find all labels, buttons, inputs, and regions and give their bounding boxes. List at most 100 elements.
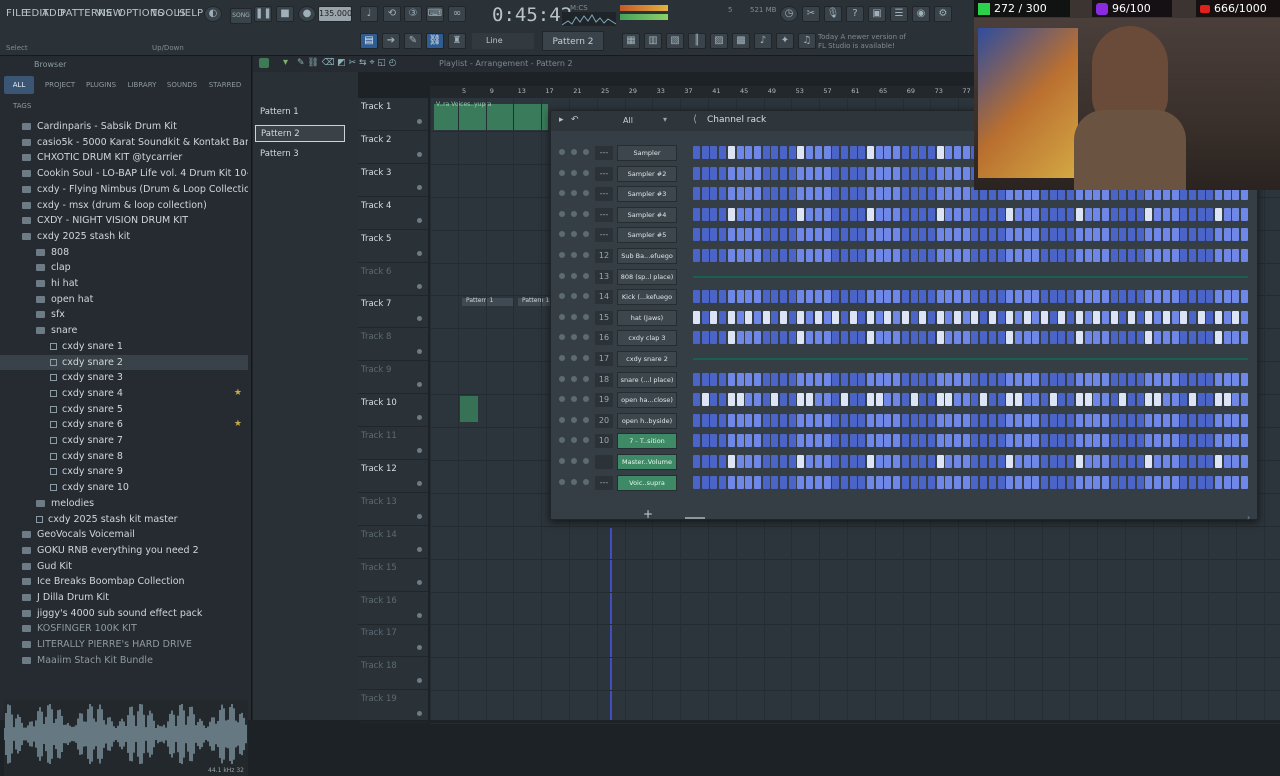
step-button[interactable] — [823, 310, 831, 324]
step-button[interactable] — [919, 310, 927, 324]
channel-name-button[interactable]: Sampler #5 — [617, 227, 677, 244]
step-button[interactable] — [1014, 475, 1022, 489]
step-button[interactable] — [1223, 249, 1231, 262]
step-button[interactable] — [753, 455, 761, 468]
step-button[interactable] — [1154, 249, 1162, 262]
step-button[interactable] — [936, 475, 944, 489]
step-button[interactable] — [1136, 249, 1144, 262]
step-button[interactable] — [1014, 434, 1022, 448]
mixer-track-number[interactable]: --- — [595, 146, 613, 160]
step-button[interactable] — [1162, 455, 1170, 468]
step-button[interactable] — [1110, 372, 1118, 386]
step-button[interactable] — [797, 146, 805, 159]
step-button[interactable] — [901, 475, 909, 489]
step-button[interactable] — [1067, 207, 1075, 221]
step-button[interactable] — [858, 455, 866, 468]
step-button[interactable] — [719, 249, 727, 262]
mixer-track-number[interactable]: --- — [595, 475, 613, 490]
step-button[interactable] — [1136, 455, 1144, 468]
wait-icon[interactable]: ⟲ — [383, 6, 401, 22]
step-button[interactable] — [1171, 393, 1179, 407]
step-button[interactable] — [814, 475, 822, 489]
step-button[interactable] — [980, 249, 988, 262]
step-button[interactable] — [806, 187, 814, 201]
step-button[interactable] — [980, 331, 988, 345]
step-button[interactable] — [736, 455, 744, 468]
channel-volume-knob[interactable] — [583, 334, 589, 341]
step-button[interactable] — [1206, 207, 1214, 221]
track-mute-dot[interactable] — [417, 184, 422, 190]
step-button[interactable] — [1075, 331, 1083, 345]
track-mute-dot[interactable] — [417, 579, 422, 585]
step-button[interactable] — [927, 166, 935, 180]
step-button[interactable] — [736, 228, 744, 242]
step-button[interactable] — [823, 372, 831, 386]
scroll-right-icon[interactable]: › — [1247, 513, 1250, 522]
channel-name-button[interactable]: Sub Ba...efuego — [617, 248, 677, 264]
step-button[interactable] — [988, 413, 996, 427]
browser-folder[interactable]: open hat — [0, 292, 248, 307]
step-button[interactable] — [901, 331, 909, 345]
step-button[interactable] — [936, 290, 944, 304]
step-button[interactable] — [780, 475, 787, 489]
channel-pan-knob[interactable] — [571, 210, 577, 217]
step-button[interactable] — [858, 475, 866, 489]
step-button[interactable] — [823, 455, 831, 468]
step-button[interactable] — [710, 434, 718, 448]
step-button[interactable] — [1136, 310, 1144, 324]
step-button[interactable] — [867, 434, 874, 448]
browser-folder[interactable]: J Dilla Drum Kit — [0, 590, 248, 605]
step-button[interactable] — [1128, 434, 1135, 448]
step-button[interactable] — [719, 207, 727, 221]
step-button[interactable] — [910, 228, 918, 242]
step-button[interactable] — [1136, 290, 1144, 304]
step-button[interactable] — [745, 475, 753, 489]
step-button[interactable] — [1128, 455, 1135, 468]
step-button[interactable] — [1093, 413, 1101, 427]
channel-name-button[interactable]: cxdy clap 3 — [617, 330, 677, 347]
step-button[interactable] — [1049, 290, 1057, 304]
step-button[interactable] — [910, 166, 918, 180]
step-button[interactable] — [954, 331, 961, 345]
step-button[interactable] — [710, 290, 718, 304]
step-button[interactable] — [1093, 207, 1101, 221]
step-button[interactable] — [814, 310, 822, 324]
track-mute-dot[interactable] — [417, 283, 422, 289]
record-mode-icon[interactable]: ◐ — [204, 6, 222, 22]
channel-volume-knob[interactable] — [583, 375, 589, 382]
step-button[interactable] — [901, 207, 909, 221]
channel-mute-knob[interactable] — [559, 375, 565, 382]
channel-volume-knob[interactable] — [583, 149, 589, 155]
step-button[interactable] — [936, 146, 944, 159]
step-button[interactable] — [753, 166, 761, 180]
step-button[interactable] — [945, 166, 953, 180]
step-button[interactable] — [927, 331, 935, 345]
step-button[interactable] — [1093, 331, 1101, 345]
browser-file[interactable]: cxdy snare 10 — [0, 480, 248, 495]
step-button[interactable] — [954, 207, 961, 221]
step-button[interactable] — [797, 434, 805, 448]
step-button[interactable] — [1041, 475, 1048, 489]
piano-roll-icon[interactable]: ▥ — [644, 33, 662, 49]
tab-plugins[interactable]: PLUGINS — [84, 76, 118, 94]
track-mute-dot[interactable] — [417, 711, 422, 717]
step-button[interactable] — [693, 228, 700, 242]
step-button[interactable] — [1232, 331, 1240, 345]
step-button[interactable] — [745, 207, 753, 221]
step-button[interactable] — [1197, 393, 1205, 407]
step-button[interactable] — [719, 372, 727, 386]
step-button[interactable] — [1145, 249, 1153, 262]
step-button[interactable] — [762, 413, 770, 427]
step-button[interactable] — [832, 207, 840, 221]
step-button[interactable] — [753, 413, 761, 427]
step-button[interactable] — [1171, 372, 1179, 386]
track-header[interactable]: Track 6 — [358, 263, 428, 296]
step-button[interactable] — [875, 455, 883, 468]
step-button[interactable] — [1145, 434, 1153, 448]
step-button[interactable] — [945, 249, 953, 262]
step-button[interactable] — [1067, 228, 1075, 242]
pattern-clip-1[interactable]: Pattern 1 — [462, 297, 514, 306]
link-icon[interactable]: ⛓ — [426, 33, 444, 49]
playlist-snap-icon[interactable]: ▤ — [360, 33, 378, 49]
step-button[interactable] — [788, 475, 796, 489]
